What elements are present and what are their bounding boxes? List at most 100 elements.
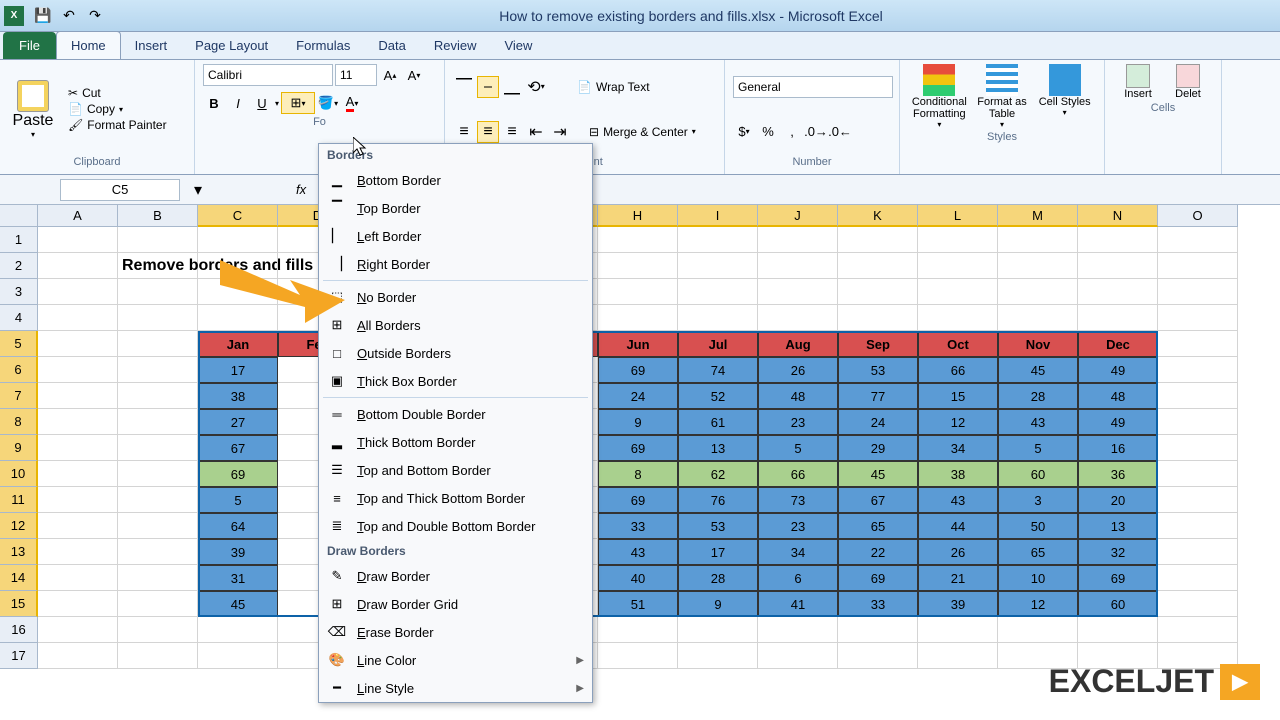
cell[interactable]: 61: [678, 409, 758, 435]
cell[interactable]: [1078, 227, 1158, 253]
menu-item-top-border[interactable]: ▔Top Border: [319, 194, 592, 222]
cell[interactable]: 21: [918, 565, 998, 591]
cell[interactable]: 26: [758, 357, 838, 383]
align-bottom-icon[interactable]: ⎽: [501, 76, 523, 98]
cell[interactable]: 73: [758, 487, 838, 513]
cell[interactable]: [1078, 617, 1158, 643]
cell[interactable]: [38, 565, 118, 591]
menu-item-top-and-bottom-border[interactable]: ☰Top and Bottom Border: [319, 456, 592, 484]
cell[interactable]: 5: [758, 435, 838, 461]
decrease-indent-icon[interactable]: ⇤: [525, 121, 547, 143]
cell[interactable]: 48: [1078, 383, 1158, 409]
cell[interactable]: [38, 461, 118, 487]
cell[interactable]: [918, 643, 998, 669]
font-name-select[interactable]: [203, 64, 333, 86]
menu-item-bottom-border[interactable]: ▁Bottom Border: [319, 166, 592, 194]
cell[interactable]: 69: [598, 435, 678, 461]
cell[interactable]: 28: [998, 383, 1078, 409]
cell[interactable]: 49: [1078, 409, 1158, 435]
increase-font-icon[interactable]: A▴: [379, 64, 401, 86]
cell[interactable]: 50: [998, 513, 1078, 539]
format-painter-button[interactable]: 🖌Format Painter: [68, 118, 167, 132]
cell[interactable]: 6: [758, 565, 838, 591]
cell[interactable]: Remove borders and fills: [118, 253, 198, 279]
column-header[interactable]: C: [198, 205, 278, 227]
cell[interactable]: 48: [758, 383, 838, 409]
cell[interactable]: 41: [758, 591, 838, 617]
cell[interactable]: [598, 643, 678, 669]
cell[interactable]: 69: [838, 565, 918, 591]
delete-button[interactable]: Delet: [1163, 64, 1213, 100]
cell[interactable]: 69: [1078, 565, 1158, 591]
cell[interactable]: 16: [1078, 435, 1158, 461]
cell[interactable]: [1158, 357, 1238, 383]
column-header[interactable]: K: [838, 205, 918, 227]
cell[interactable]: [38, 435, 118, 461]
cell[interactable]: 13: [678, 435, 758, 461]
cell[interactable]: 66: [918, 357, 998, 383]
row-header[interactable]: 4: [0, 305, 38, 331]
menu-item-outside-borders[interactable]: □Outside Borders: [319, 339, 592, 367]
menu-item-thick-box-border[interactable]: ▣Thick Box Border: [319, 367, 592, 395]
cell[interactable]: [38, 357, 118, 383]
percent-format-icon[interactable]: %: [757, 121, 779, 143]
column-header[interactable]: H: [598, 205, 678, 227]
cell[interactable]: Jan: [198, 331, 278, 357]
cell[interactable]: 12: [998, 591, 1078, 617]
cell[interactable]: [38, 279, 118, 305]
cell[interactable]: 12: [918, 409, 998, 435]
cell[interactable]: [598, 253, 678, 279]
row-header[interactable]: 13: [0, 539, 38, 565]
menu-item-draw-border-grid[interactable]: ⊞Draw Border Grid: [319, 590, 592, 618]
cell[interactable]: [38, 591, 118, 617]
align-center-icon[interactable]: ≡: [477, 121, 499, 143]
cell[interactable]: 69: [198, 461, 278, 487]
cell[interactable]: [38, 227, 118, 253]
cell[interactable]: 13: [1078, 513, 1158, 539]
cell[interactable]: 24: [838, 409, 918, 435]
cell[interactable]: [758, 279, 838, 305]
cell[interactable]: [118, 539, 198, 565]
cell[interactable]: 45: [838, 461, 918, 487]
tab-review[interactable]: Review: [420, 32, 491, 59]
cell[interactable]: [1158, 565, 1238, 591]
tab-home[interactable]: Home: [56, 31, 121, 59]
row-header[interactable]: 2: [0, 253, 38, 279]
cell[interactable]: [598, 279, 678, 305]
wrap-text-button[interactable]: 📄Wrap Text: [571, 78, 656, 96]
cell[interactable]: 52: [678, 383, 758, 409]
cell[interactable]: Nov: [998, 331, 1078, 357]
row-header[interactable]: 1: [0, 227, 38, 253]
cell[interactable]: 69: [598, 487, 678, 513]
cell[interactable]: [1158, 383, 1238, 409]
cell[interactable]: [838, 617, 918, 643]
cell[interactable]: [678, 227, 758, 253]
row-header[interactable]: 12: [0, 513, 38, 539]
number-format-select[interactable]: [733, 76, 893, 98]
italic-button[interactable]: I: [227, 92, 249, 114]
tab-data[interactable]: Data: [364, 32, 419, 59]
row-header[interactable]: 9: [0, 435, 38, 461]
cell[interactable]: [758, 227, 838, 253]
cell[interactable]: Jun: [598, 331, 678, 357]
cell[interactable]: [918, 617, 998, 643]
cell[interactable]: 17: [198, 357, 278, 383]
cell[interactable]: [1078, 253, 1158, 279]
cell[interactable]: [38, 253, 118, 279]
cell[interactable]: [38, 383, 118, 409]
cell[interactable]: [118, 383, 198, 409]
cell[interactable]: 15: [918, 383, 998, 409]
cell[interactable]: 43: [998, 409, 1078, 435]
cell[interactable]: [118, 643, 198, 669]
cell[interactable]: 9: [598, 409, 678, 435]
cell[interactable]: 76: [678, 487, 758, 513]
cell[interactable]: 45: [198, 591, 278, 617]
cell[interactable]: [678, 305, 758, 331]
cell[interactable]: [838, 305, 918, 331]
fill-color-button[interactable]: 🪣▾: [317, 92, 339, 114]
cell[interactable]: [1158, 435, 1238, 461]
spreadsheet-grid[interactable]: ABCDEFGHIJKLMNO 123456789101112131415161…: [0, 205, 1280, 669]
select-all-corner[interactable]: [0, 205, 38, 227]
cell[interactable]: [1158, 617, 1238, 643]
increase-decimal-icon[interactable]: .0→: [805, 121, 827, 143]
